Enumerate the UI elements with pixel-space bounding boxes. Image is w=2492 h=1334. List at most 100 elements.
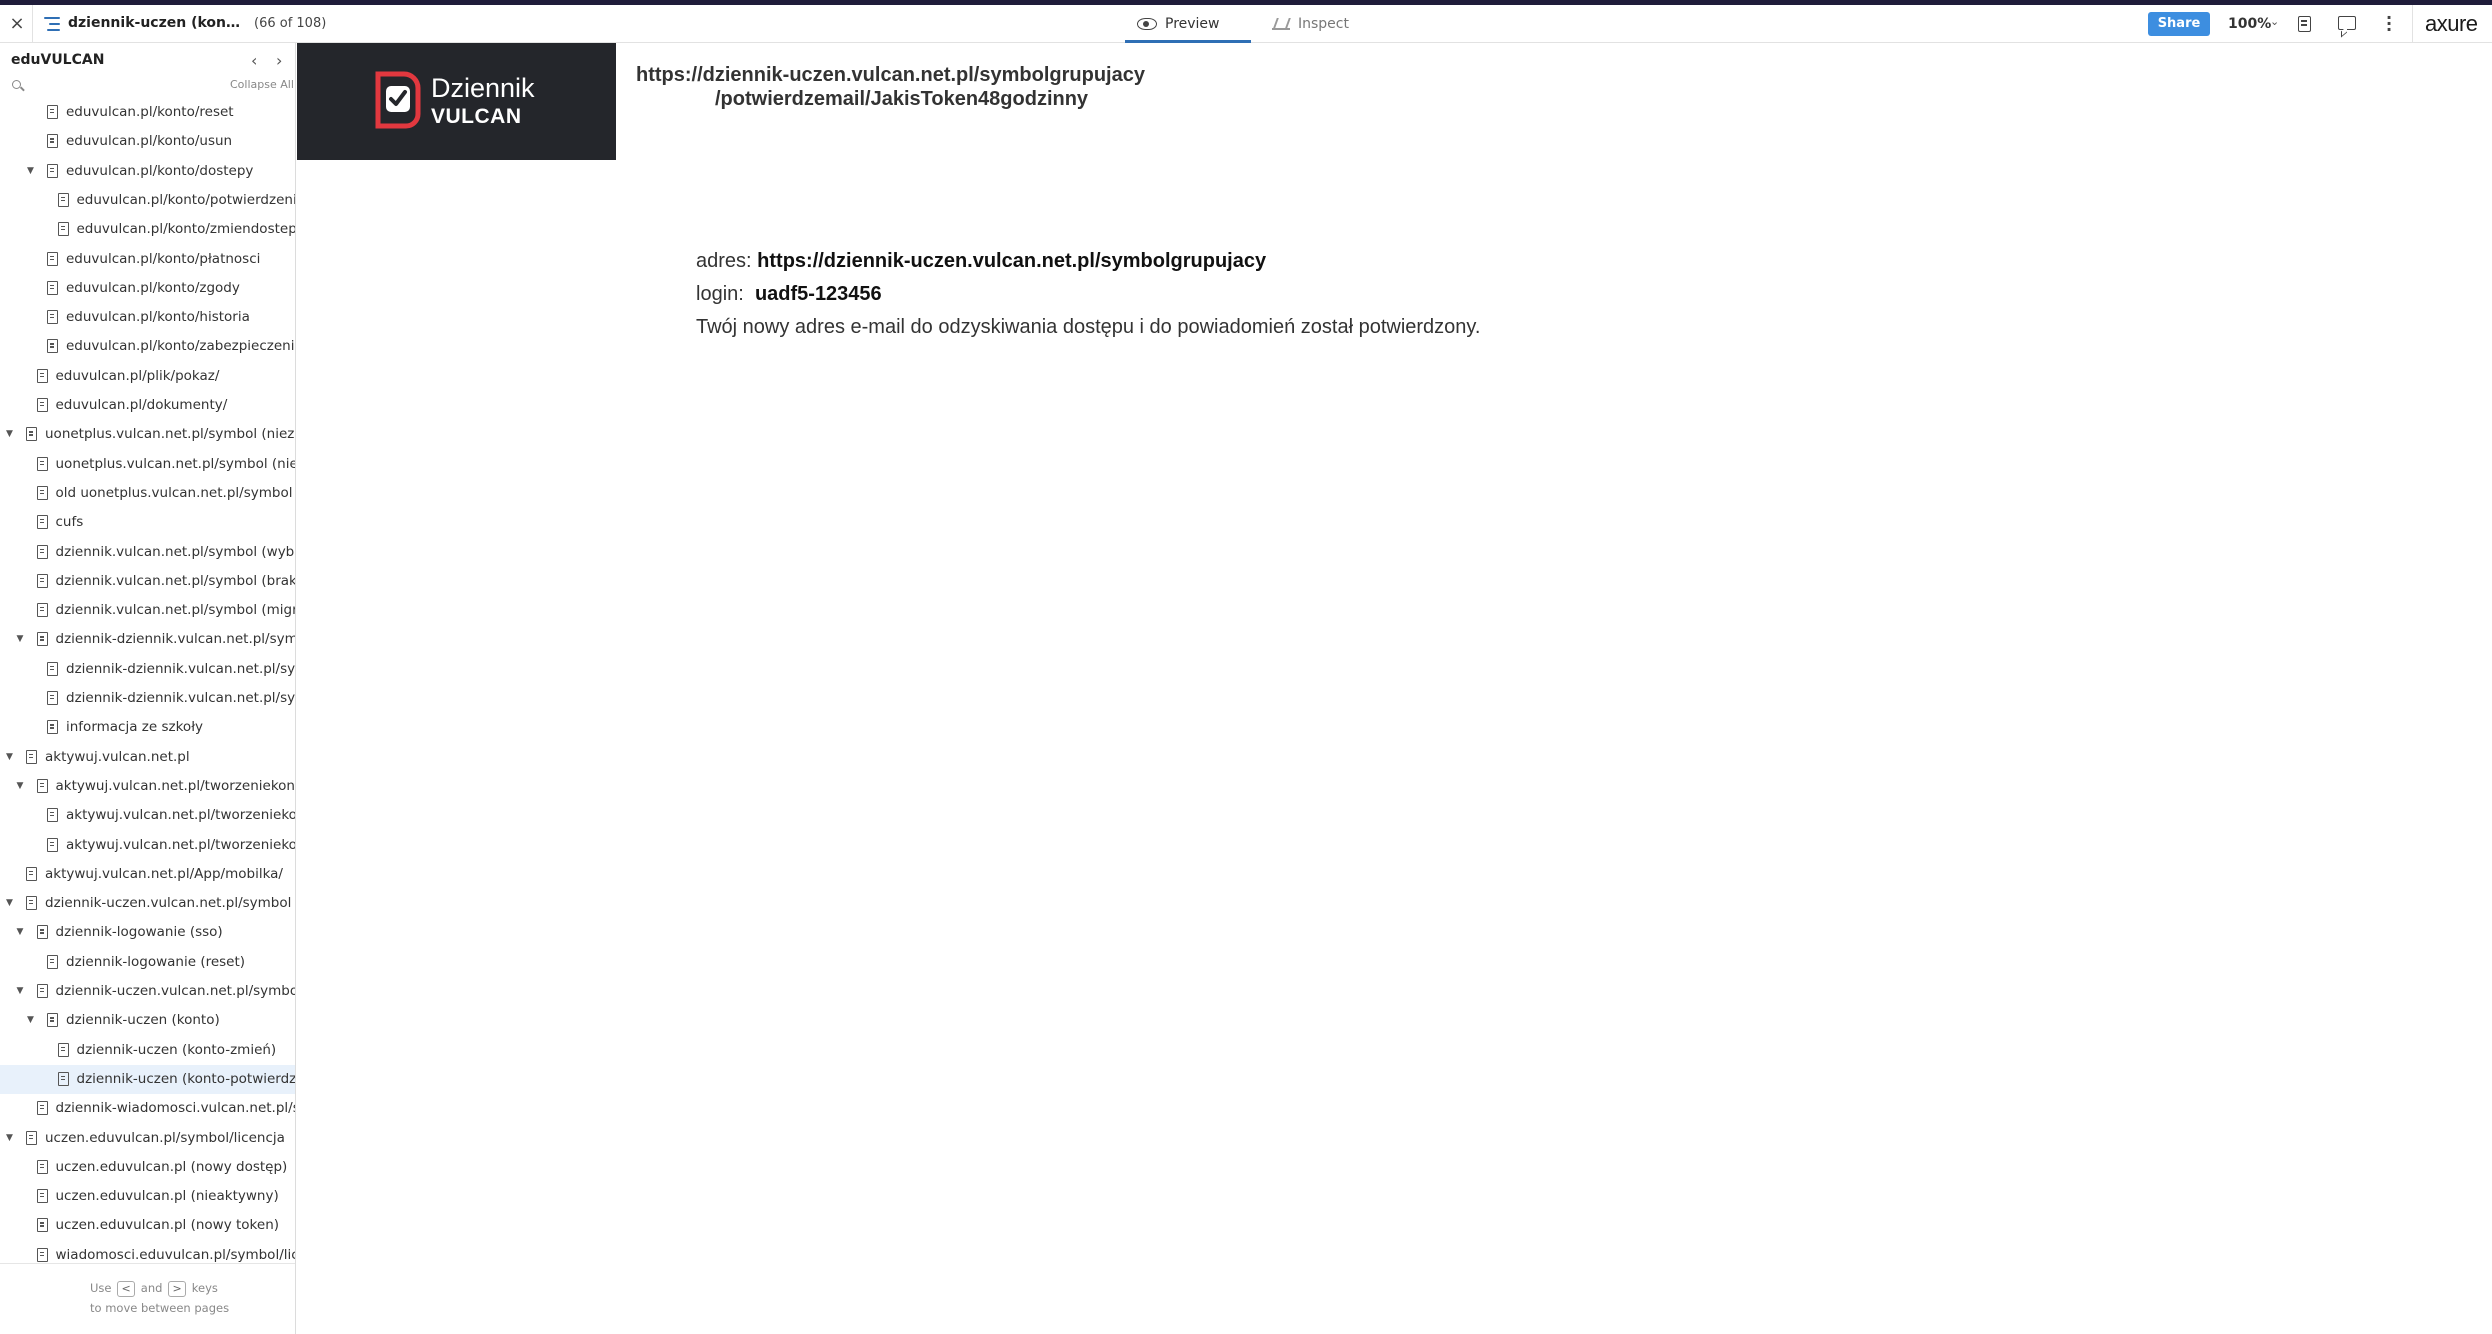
tree-item[interactable]: ▼ uczen.eduvulcan.pl/symbol/licencja	[0, 1124, 295, 1153]
tree-item[interactable]: eduvulcan.pl/konto/płatnosci	[0, 245, 295, 274]
tree-item[interactable]: informacja ze szkoły	[0, 713, 295, 742]
tree-item-label: aktywuj.vulcan.net.pl/tworzeniekonta	[66, 836, 295, 853]
more-vertical-icon[interactable]: · · ·	[2386, 10, 2392, 38]
page-url-heading: https://dziennik-uczen.vulcan.net.pl/sym…	[636, 63, 1145, 111]
page-icon	[47, 251, 58, 266]
pages-sidebar: eduVULCAN ‹ › Collapse All eduvulcan.pl/…	[0, 43, 296, 1334]
zoom-level[interactable]: 100%	[2228, 16, 2271, 32]
tree-item[interactable]: uczen.eduvulcan.pl (nowy dostęp)	[0, 1153, 295, 1182]
tree-item[interactable]: eduvulcan.pl/konto/historia	[0, 303, 295, 332]
tree-item[interactable]: old uonetplus.vulcan.net.pl/symbol (niez…	[0, 479, 295, 508]
pages-menu-icon[interactable]	[44, 17, 60, 31]
tree-item[interactable]: eduvulcan.pl/konto/reset	[0, 98, 295, 127]
page-icon	[36, 1218, 48, 1233]
tree-item[interactable]: dziennik-uczen (konto-zmień)	[0, 1036, 295, 1065]
share-button[interactable]: Share	[2148, 12, 2210, 36]
tree-item[interactable]: eduvulcan.pl/dokumenty/	[0, 391, 295, 420]
tree-item[interactable]: eduvulcan.pl/konto/zgody	[0, 274, 295, 303]
page-icon	[36, 573, 48, 588]
dziennik-vulcan-logo: Dziennik VULCAN	[297, 43, 616, 160]
tree-item[interactable]: eduvulcan.pl/konto/zabezpieczenia	[0, 332, 295, 361]
page-icon	[36, 515, 48, 530]
tree-item[interactable]: cufs	[0, 508, 295, 537]
tree-item[interactable]: aktywuj.vulcan.net.pl/tworzeniekonta	[0, 801, 295, 830]
tree-item[interactable]: aktywuj.vulcan.net.pl/App/mobilka/	[0, 860, 295, 889]
page-icon	[36, 603, 48, 618]
tree-item[interactable]: uonetplus.vulcan.net.pl/symbol (niezalog…	[0, 450, 295, 479]
tree-item[interactable]: ▼ dziennik-logowanie (sso)	[0, 918, 295, 947]
tree-item[interactable]: uczen.eduvulcan.pl (nowy token)	[0, 1211, 295, 1240]
tree-item-label: eduvulcan.pl/konto/płatnosci	[66, 250, 261, 267]
expand-toggle-icon[interactable]: ▼	[6, 752, 16, 762]
chevron-down-icon[interactable]: ⌄	[2270, 15, 2279, 28]
url-line-2: /potwierdzemail/JakisToken48godzinny	[715, 88, 1089, 110]
page-icon	[26, 427, 37, 442]
tree-item[interactable]: dziennik-uczen (konto-potwierdz email)	[0, 1064, 295, 1095]
tree-item[interactable]: uczen.eduvulcan.pl (nieaktywny)	[0, 1182, 295, 1211]
tree-item-label: eduvulcan.pl/plik/pokaz/	[55, 367, 220, 384]
tree-item[interactable]: ▼ eduvulcan.pl/konto/dostepy	[0, 157, 295, 186]
tree-item[interactable]: eduvulcan.pl/plik/pokaz/	[0, 362, 295, 391]
expand-toggle-icon[interactable]: ▼	[17, 927, 27, 937]
chevron-left-icon[interactable]: ‹	[251, 51, 257, 70]
page-icon	[36, 1247, 48, 1262]
expand-toggle-icon[interactable]: ▼	[27, 166, 37, 176]
confirmation-message: Twój nowy adres e-mail do odzyskiwania d…	[696, 316, 1481, 338]
page-icon	[57, 1042, 69, 1057]
tree-item[interactable]: eduvulcan.pl/konto/usun	[0, 127, 295, 156]
tab-inspect[interactable]: Inspect	[1272, 5, 1382, 43]
tree-item[interactable]: ▼ dziennik-uczen.vulcan.net.pl/symbol/lic…	[0, 977, 296, 1006]
page-icon	[36, 925, 48, 940]
tree-item[interactable]: dziennik.vulcan.net.pl/symbol (migracja)	[0, 596, 295, 625]
page-icon	[47, 310, 58, 325]
tab-preview[interactable]: Preview	[1125, 5, 1251, 43]
expand-toggle-icon[interactable]: ▼	[6, 429, 16, 439]
right-key-icon: >	[168, 1280, 187, 1297]
tree-item[interactable]: eduvulcan.pl/konto/potwierdzenie	[0, 186, 295, 215]
tree-item[interactable]: eduvulcan.pl/konto/zmiendostep	[0, 215, 295, 244]
tree-item[interactable]: dziennik-dziennik.vulcan.net.pl/symbol	[0, 684, 295, 713]
tree-item-label: uczen.eduvulcan.pl (nowy dostęp)	[55, 1158, 288, 1175]
tree-item-label: aktywuj.vulcan.net.pl/tworzeniekonta (1)	[55, 777, 296, 794]
page-title[interactable]: dziennik-uczen (konto-pot...	[68, 15, 246, 31]
tree-item-label: dziennik-logowanie (reset)	[66, 953, 246, 970]
tree-item[interactable]: ▼ dziennik-dziennik.vulcan.net.pl/symbol	[0, 625, 296, 654]
close-icon[interactable]: ×	[8, 14, 26, 34]
tree-item-label: informacja ze szkoły	[66, 719, 204, 736]
tree-item[interactable]: ▼ dziennik-uczen (konto)	[0, 1006, 295, 1035]
tree-item[interactable]: ▼ aktywuj.vulcan.net.pl/tworzeniekonta (1…	[0, 772, 296, 801]
tree-item[interactable]: ▼ uonetplus.vulcan.net.pl/symbol (niezalo…	[0, 420, 295, 449]
expand-toggle-icon[interactable]: ▼	[6, 1133, 16, 1143]
login-label: login:	[696, 283, 750, 305]
tree-item-label: dziennik.vulcan.net.pl/symbol (migracja)	[55, 602, 296, 619]
tree-item[interactable]: dziennik-wiadomosci.vulcan.net.pl/symbol	[0, 1094, 295, 1123]
tree-item-label: dziennik.vulcan.net.pl/symbol (brak akty…	[55, 572, 296, 589]
tree-item[interactable]: ▼ aktywuj.vulcan.net.pl	[0, 743, 295, 772]
tree-item[interactable]: dziennik-dziennik.vulcan.net.pl/symbol	[0, 655, 295, 684]
tree-item[interactable]: dziennik.vulcan.net.pl/symbol (wybór typ…	[0, 538, 295, 567]
toolbar-divider	[32, 5, 33, 43]
url-line-1: https://dziennik-uczen.vulcan.net.pl/sym…	[636, 64, 1145, 86]
chevron-right-icon[interactable]: ›	[276, 51, 282, 70]
comment-icon[interactable]	[2338, 16, 2356, 30]
tree-item[interactable]: dziennik.vulcan.net.pl/symbol (brak akty…	[0, 567, 295, 596]
tree-item[interactable]: aktywuj.vulcan.net.pl/tworzeniekonta	[0, 831, 295, 860]
page-icon	[26, 866, 37, 881]
expand-toggle-icon[interactable]: ▼	[27, 1015, 37, 1025]
collapse-all-button[interactable]: Collapse All	[230, 78, 294, 91]
expand-toggle-icon[interactable]: ▼	[6, 898, 16, 908]
page-icon	[36, 1189, 48, 1204]
expand-toggle-icon[interactable]: ▼	[17, 986, 27, 996]
expand-toggle-icon[interactable]: ▼	[17, 634, 27, 644]
tree-item-label: eduvulcan.pl/konto/historia	[66, 309, 250, 326]
tree-item-label: eduvulcan.pl/konto/usun	[66, 133, 233, 150]
search-icon[interactable]	[12, 80, 21, 89]
notes-icon[interactable]	[2298, 16, 2311, 32]
page-icon	[47, 837, 58, 852]
tab-preview-label: Preview	[1165, 16, 1220, 32]
tree-item[interactable]: dziennik-logowanie (reset)	[0, 948, 295, 977]
tree-item[interactable]: ▼ dziennik-uczen.vulcan.net.pl/symbol (ni…	[0, 889, 295, 918]
tree-item-label: eduvulcan.pl/konto/zabezpieczenia	[66, 338, 295, 355]
sidebar-footer: Use < and > keys to move between pages	[0, 1263, 295, 1334]
expand-toggle-icon[interactable]: ▼	[17, 781, 27, 791]
